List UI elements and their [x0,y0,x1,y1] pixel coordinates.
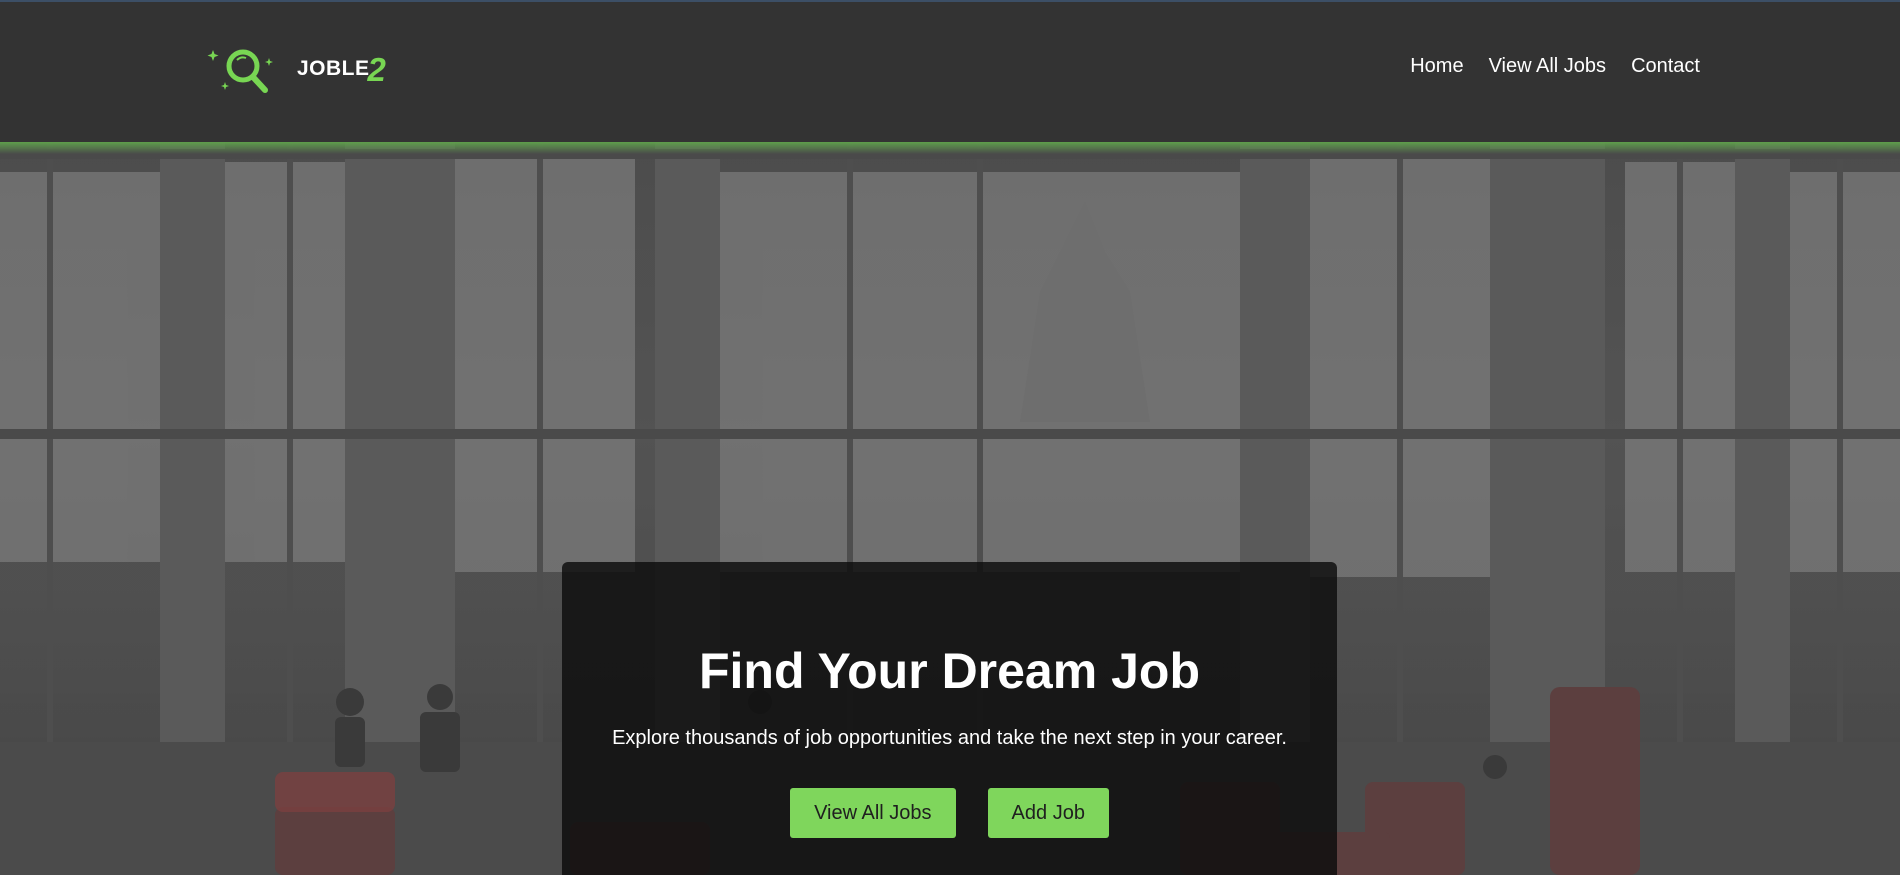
main-nav: Home View All Jobs Contact [1410,55,1700,78]
hero-card: Find Your Dream Job Explore thousands of… [562,562,1337,875]
hero-section: Find Your Dream Job Explore thousands of… [0,142,1900,875]
nav-view-all-jobs[interactable]: View All Jobs [1489,55,1606,78]
magnifier-sparkle-icon [207,49,273,93]
add-job-button[interactable]: Add Job [987,788,1109,838]
brand-word: JOBLE [297,57,370,80]
hero-actions: View All Jobs Add Job [562,788,1337,838]
header-glow [0,142,1900,154]
nav-home[interactable]: Home [1410,55,1463,78]
site-header: JOBLE 2 Home View All Jobs Contact [0,0,1900,142]
brand-wordmark: JOBLE 2 [297,53,386,86]
brand-number: 2 [367,50,386,88]
hero-title: Find Your Dream Job [698,643,1200,699]
hero-subtitle: Explore thousands of job opportunities a… [612,727,1287,749]
nav-contact[interactable]: Contact [1631,55,1700,78]
brand-logo[interactable]: JOBLE 2 [205,44,386,94]
window-top-border [0,0,1900,2]
view-all-jobs-button[interactable]: View All Jobs [790,788,956,838]
